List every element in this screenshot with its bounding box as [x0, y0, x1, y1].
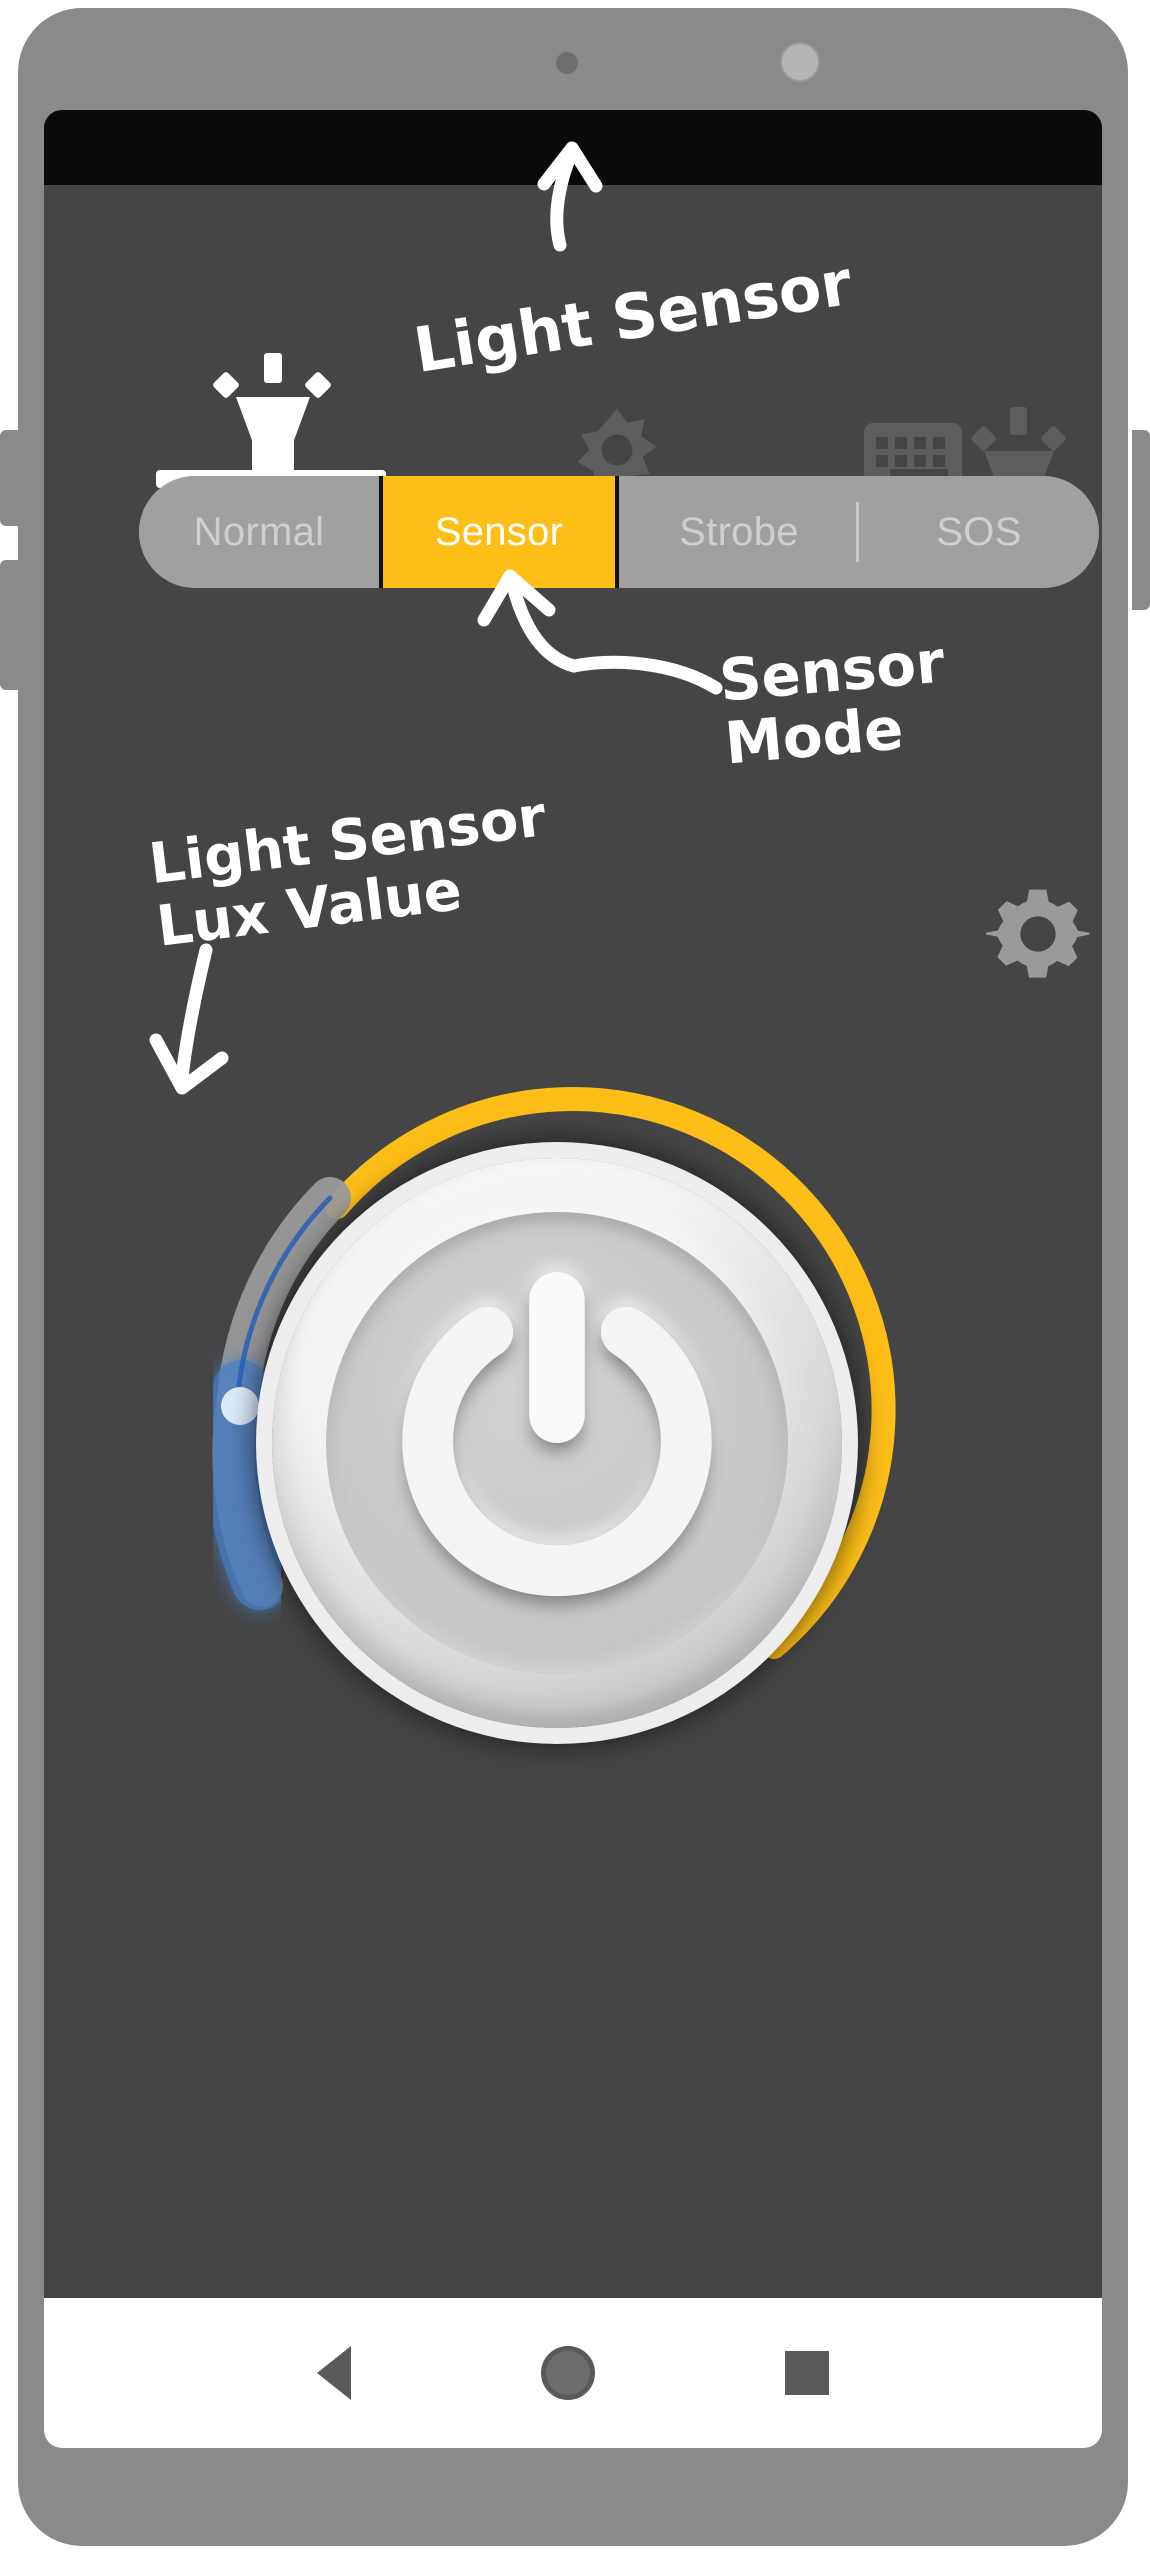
front-camera-dot: [780, 42, 820, 82]
mode-tab-sos[interactable]: SOS: [859, 476, 1099, 588]
light-sensor-hardware-dot: [556, 52, 578, 74]
phone-side-button-left-lower[interactable]: [0, 560, 18, 690]
mode-tab-sos-label: SOS: [936, 509, 1022, 554]
back-icon[interactable]: [317, 2346, 351, 2400]
phone-side-button-right[interactable]: [1132, 430, 1150, 610]
annotation-lux-value: Light Sensor Lux Value: [145, 784, 550, 960]
mode-tab-strobe[interactable]: Strobe: [619, 476, 859, 588]
mode-tab-normal-label: Normal: [193, 509, 325, 554]
annotation-sensor-mode: Sensor Mode: [716, 627, 948, 778]
power-dial[interactable]: [134, 990, 1014, 1890]
phone-screen: Normal Sensor Strobe SOS Light Sensor Se…: [44, 110, 1102, 2448]
mode-tab-strobe-label: Strobe: [679, 509, 799, 554]
power-button-inner: [326, 1212, 788, 1674]
app-toolbar: [44, 185, 1102, 525]
power-icon: [402, 1272, 712, 1597]
phone-side-button-left-upper[interactable]: [0, 430, 18, 526]
gear-icon[interactable]: [986, 882, 1090, 986]
mode-tab-sensor[interactable]: Sensor: [379, 476, 619, 588]
mode-tab-sensor-label: Sensor: [434, 509, 564, 554]
recents-icon[interactable]: [785, 2351, 829, 2395]
home-icon[interactable]: [541, 2346, 595, 2400]
lux-handle: [221, 1387, 259, 1425]
arrow-sensor-mode: [505, 575, 581, 673]
mode-selector[interactable]: Normal Sensor Strobe SOS: [139, 476, 1099, 588]
screenshot-root: Normal Sensor Strobe SOS Light Sensor Se…: [0, 0, 1150, 2564]
power-button[interactable]: [272, 1158, 842, 1728]
android-nav-bar: [44, 2298, 1102, 2448]
status-bar: [44, 110, 1102, 185]
mode-tab-normal[interactable]: Normal: [139, 476, 379, 588]
